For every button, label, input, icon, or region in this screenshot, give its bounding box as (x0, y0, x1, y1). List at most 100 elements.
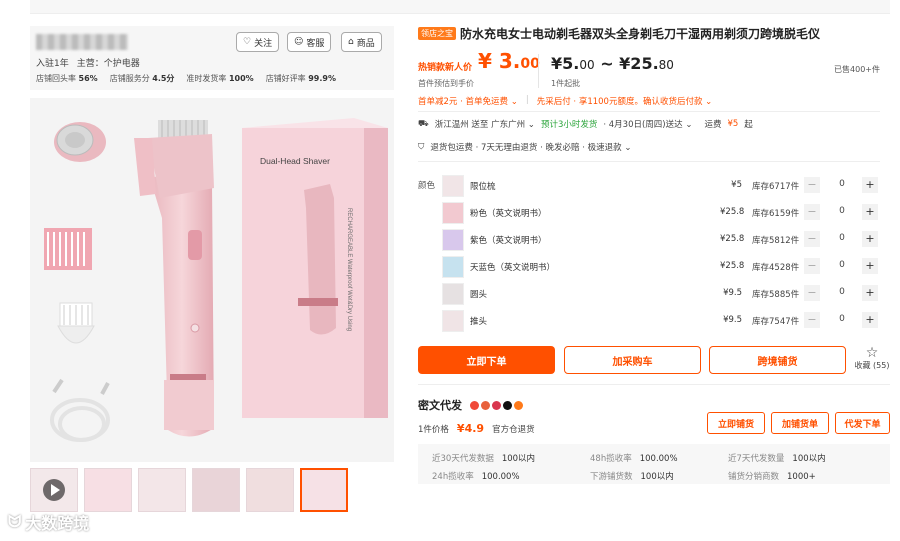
sku-thumb[interactable] (442, 256, 464, 278)
tiktok-icon (503, 400, 512, 410)
service-row: ⛉ 退货包运费 · 7天无理由退货 · 晚发必赔 · 极速退款 ⌄ (418, 141, 631, 153)
sku-stock: 库存6159件 (752, 209, 800, 219)
qty-input[interactable]: 0 (830, 206, 854, 216)
buy-now-button[interactable]: 立即下单 (418, 346, 555, 374)
sku-stock: 库存4528件 (752, 263, 800, 273)
sku-price: ¥25.8 (720, 207, 745, 217)
qty-decrease-button[interactable]: − (804, 231, 820, 247)
favorite-button[interactable]: ☆ 收藏 (55) (854, 346, 890, 371)
sku-thumb[interactable] (442, 202, 464, 224)
product-title: 领店之宝 防水充电女士电动剃毛器双头全身剃毛刀干湿两用剃须刀跨境脱毛仪 (418, 25, 820, 42)
add-listing-button[interactable]: 加铺货单 (771, 412, 829, 434)
add-to-cart-button[interactable]: 加采购车 (564, 346, 701, 374)
platform-icon (481, 400, 490, 410)
promo-row: 首单减2元 · 首单免运费 ⌄ | 先采后付 · 享1100元额度。确认收货后付… (418, 95, 712, 107)
sku-stock: 库存6717件 (752, 182, 800, 192)
store-badge: 领店之宝 (418, 27, 456, 40)
shaver-body (134, 120, 214, 437)
first-order-promo[interactable]: 首单减2元 · 首单免运费 ⌄ (418, 95, 518, 107)
platform-icon (470, 400, 479, 410)
pay-later-promo[interactable]: 先采后付 · 享1100元额度。确认收货后付款 ⌄ (537, 95, 713, 107)
sku-name: 推头 (470, 317, 488, 327)
watermark: ᗢ 大数跨境 (8, 512, 90, 533)
qty-input[interactable]: 0 (830, 260, 854, 270)
platform-icon (514, 400, 523, 410)
sku-row: 颜色 限位梳 ¥5 库存6717件 − 0 + (418, 174, 890, 200)
sku-row: 紫色（英文说明书） ¥25.8 库存5812件 − 0 + (418, 228, 890, 254)
qty-decrease-button[interactable]: − (804, 285, 820, 301)
ship-arrive[interactable]: · 4月30日(周四)送达 ⌄ (603, 118, 692, 130)
stat-item: 48h揽收率 100.00% (590, 454, 678, 464)
sku-name: 天蓝色（英文说明书） (470, 263, 556, 273)
sku-thumb[interactable] (442, 229, 464, 251)
metric-service-score: 店铺服务分 4.5分 (109, 74, 175, 83)
qty-increase-button[interactable]: + (862, 177, 878, 193)
sku-thumb[interactable] (442, 283, 464, 305)
thumbnail-2[interactable] (84, 468, 132, 512)
play-icon (43, 479, 65, 501)
thumbnail-6-selected[interactable] (300, 468, 348, 512)
shield-icon: ⛉ (418, 142, 425, 152)
store-header: ♡ 关注 ☺ 客服 ⌂ 商品 入驻1年 主营：个护电器 店铺回头率 56% 店铺服务分… (30, 26, 394, 90)
product-illustration: Dual-Head Shaver RECHARGEABLE Waterproof… (44, 118, 388, 442)
dropship-order-button[interactable]: 代发下单 (835, 412, 890, 434)
cleaning-brush (57, 302, 95, 344)
stat-item: 铺货分销商数 1000+ (728, 472, 816, 482)
round-head-attachment (54, 122, 106, 162)
follow-button[interactable]: ♡ 关注 (236, 32, 280, 52)
watermark-logo-icon: ᗢ (8, 512, 22, 531)
thumbnail-5[interactable] (246, 468, 294, 512)
usb-cable (50, 378, 110, 442)
service-list[interactable]: 退货包运费 · 7天无理由退货 · 晚发必赔 · 极速退款 ⌄ (430, 141, 631, 153)
qty-increase-button[interactable]: + (862, 258, 878, 274)
qty-increase-button[interactable]: + (862, 204, 878, 220)
crossborder-button[interactable]: 跨境铺货 (709, 346, 846, 374)
sku-row: 推头 ¥9.5 库存7547件 − 0 + (418, 309, 890, 335)
video-thumbnail[interactable] (30, 468, 78, 512)
star-icon: ☆ (865, 345, 879, 361)
min-order: 1件起批 (551, 79, 581, 88)
qty-input[interactable]: 0 (830, 233, 854, 243)
store-name-blurred[interactable] (36, 34, 128, 50)
thumbnail-4[interactable] (192, 468, 240, 512)
qty-input[interactable]: 0 (830, 314, 854, 324)
store-meta: 入驻1年 主营：个护电器 (36, 59, 140, 69)
sku-thumb[interactable] (442, 310, 464, 332)
metric-repurchase: 店铺回头率 56% (36, 74, 98, 83)
qty-decrease-button[interactable]: − (804, 258, 820, 274)
qty-input[interactable]: 0 (830, 179, 854, 189)
sku-stock: 库存5885件 (752, 290, 800, 300)
shipping-row: ⛟ 浙江温州 送至 广东广州 ⌄ 预计3小时发货 · 4月30日(周四)送达 ⌄… (418, 118, 753, 131)
page: ♡ 关注 ☺ 客服 ⌂ 商品 入驻1年 主营：个护电器 店铺回头率 56% 店铺服务分… (0, 0, 900, 541)
thumbnail-3[interactable] (138, 468, 186, 512)
dropship-title: 密文代发 (418, 397, 523, 413)
truck-icon: ⛟ (418, 118, 429, 129)
qty-decrease-button[interactable]: − (804, 312, 820, 328)
sku-row: 天蓝色（英文说明书） ¥25.8 库存4528件 − 0 + (418, 255, 890, 281)
qty-decrease-button[interactable]: − (804, 204, 820, 220)
top-strip (30, 0, 890, 14)
hot-price-label: 热销款新人价 (418, 63, 473, 73)
sku-stock: 库存5812件 (752, 236, 800, 246)
sku-thumb[interactable] (442, 175, 464, 197)
sku-price: ¥25.8 (720, 261, 745, 271)
freight-value: ¥5 (727, 119, 739, 129)
qty-increase-button[interactable]: + (862, 312, 878, 328)
sku-row: 粉色（英文说明书） ¥25.8 库存6159件 − 0 + (418, 201, 890, 227)
qty-input[interactable]: 0 (830, 287, 854, 297)
product-box: Dual-Head Shaver RECHARGEABLE Waterproof… (242, 118, 388, 418)
main-product-image[interactable]: Dual-Head Shaver RECHARGEABLE Waterproof… (30, 98, 394, 462)
store-metrics: 店铺回头率 56% 店铺服务分 4.5分 准时发货率 100% 店铺好评率 99… (36, 73, 336, 84)
stat-item: 近30天代发数据 100以内 (432, 454, 536, 464)
list-now-button[interactable]: 立即铺货 (707, 412, 765, 434)
qty-decrease-button[interactable]: − (804, 177, 820, 193)
qty-increase-button[interactable]: + (862, 285, 878, 301)
platform-icon (492, 400, 501, 410)
heart-icon: ♡ (243, 37, 252, 47)
qty-increase-button[interactable]: + (862, 231, 878, 247)
thumbnail-strip (30, 468, 394, 512)
stat-item: 24h揽收率 100.00% (432, 472, 520, 482)
goods-button[interactable]: ⌂ 商品 (341, 32, 382, 52)
customer-service-button[interactable]: ☺ 客服 (287, 32, 332, 52)
ship-route[interactable]: 浙江温州 送至 广东广州 ⌄ (435, 118, 535, 130)
